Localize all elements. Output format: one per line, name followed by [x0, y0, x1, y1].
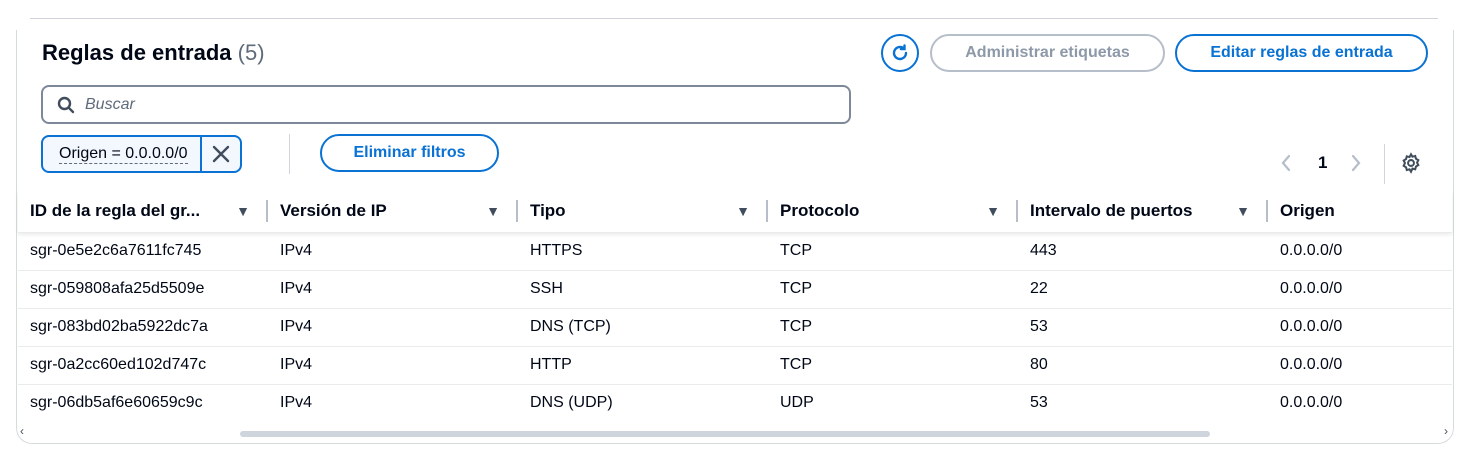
cell-source: 0.0.0.0/0 — [1280, 394, 1343, 412]
edit-inbound-rules-button[interactable]: Editar reglas de entrada — [1175, 34, 1428, 72]
column-header-rule-id[interactable]: ID de la regla del gr... ▼ — [18, 190, 268, 232]
table-row[interactable]: sgr-059808afa25d5509e IPv4 SSH TCP 22 0.… — [18, 270, 1452, 308]
cell-source: 0.0.0.0/0 — [1280, 356, 1343, 373]
scroll-right-arrow-icon[interactable]: › — [1444, 424, 1448, 438]
column-header-ip-version[interactable]: Versión de IP ▼ — [268, 190, 518, 232]
cell-ip-version: IPv4 — [280, 356, 313, 373]
filter-divider — [289, 134, 290, 174]
column-label: Protocolo — [780, 200, 860, 220]
cell-source: 0.0.0.0/0 — [1280, 242, 1343, 259]
filter-dismiss-button[interactable] — [202, 137, 240, 171]
current-page-number[interactable]: 1 — [1318, 148, 1327, 178]
filter-token: Origen = 0.0.0.0/0 — [41, 135, 242, 173]
table-row[interactable]: sgr-0e5e2c6a7611fc745 IPv4 HTTPS TCP 443… — [18, 232, 1452, 270]
search-input[interactable] — [85, 95, 785, 114]
cell-protocol: TCP — [780, 356, 812, 373]
inbound-rules-table: ID de la regla del gr... ▼ Versión de IP ▼… — [18, 190, 1452, 422]
column-label: Origen — [1280, 200, 1335, 220]
chevron-right-icon — [1351, 154, 1361, 172]
top-divider — [30, 18, 1438, 19]
table-row[interactable]: sgr-0a2cc60ed102d747c IPv4 HTTP TCP 80 0… — [18, 346, 1452, 384]
manage-tags-button[interactable]: Administrar etiquetas — [930, 34, 1165, 72]
table-header-row: ID de la regla del gr... ▼ Versión de IP ▼… — [18, 190, 1452, 232]
horizontal-scrollbar[interactable]: ‹ › — [18, 424, 1452, 440]
column-label: Versión de IP — [280, 200, 387, 220]
scroll-left-arrow-icon[interactable]: ‹ — [20, 424, 24, 438]
page-title: Reglas de entrada (5) — [42, 40, 265, 66]
title-text: Reglas de entrada — [42, 40, 232, 65]
refresh-icon — [892, 44, 908, 61]
cell-type: DNS (TCP) — [530, 318, 611, 335]
pager-divider — [1384, 144, 1385, 184]
cell-port-range: 53 — [1030, 318, 1048, 335]
cell-rule-id: sgr-059808afa25d5509e — [30, 280, 205, 297]
cell-port-range: 22 — [1030, 280, 1048, 297]
previous-page-button[interactable] — [1280, 148, 1292, 178]
column-header-protocol[interactable]: Protocolo ▼ — [768, 190, 1018, 232]
cell-rule-id: sgr-06db5af6e60659c9c — [30, 394, 203, 412]
cell-ip-version: IPv4 — [280, 280, 313, 297]
table-row[interactable]: sgr-083bd02ba5922dc7a IPv4 DNS (TCP) TCP… — [18, 308, 1452, 346]
column-label: ID de la regla del gr... — [30, 200, 201, 220]
cell-ip-version: IPv4 — [280, 394, 313, 412]
caret-down-icon: ▼ — [486, 202, 500, 219]
refresh-button[interactable] — [881, 34, 919, 72]
close-icon — [212, 145, 229, 163]
cell-port-range: 443 — [1030, 242, 1057, 259]
cell-source: 0.0.0.0/0 — [1280, 280, 1343, 297]
column-label: Intervalo de puertos — [1030, 200, 1193, 220]
cell-type: DNS (UDP) — [530, 394, 613, 412]
filter-token-label: Origen = 0.0.0.0/0 — [59, 144, 188, 164]
cell-protocol: TCP — [780, 280, 812, 297]
cell-rule-id: sgr-0a2cc60ed102d747c — [30, 356, 207, 373]
gear-icon — [1402, 152, 1420, 174]
table-row[interactable]: sgr-06db5af6e60659c9c IPv4 DNS (UDP) UDP… — [18, 384, 1452, 422]
cell-port-range: 80 — [1030, 356, 1048, 373]
scrollbar-thumb[interactable] — [240, 431, 1210, 437]
rule-count: (5) — [237, 40, 265, 65]
filter-token-label-wrap[interactable]: Origen = 0.0.0.0/0 — [43, 137, 202, 171]
search-field[interactable] — [41, 85, 851, 124]
preferences-button[interactable] — [1400, 152, 1422, 174]
caret-down-icon: ▼ — [986, 202, 1000, 219]
cell-protocol: TCP — [780, 242, 812, 259]
chevron-left-icon — [1281, 154, 1291, 172]
cell-source: 0.0.0.0/0 — [1280, 318, 1343, 335]
cell-port-range: 53 — [1030, 394, 1048, 412]
caret-down-icon: ▼ — [236, 202, 250, 219]
column-header-source[interactable]: Origen — [1268, 190, 1452, 232]
cell-protocol: UDP — [780, 394, 814, 412]
cell-ip-version: IPv4 — [280, 318, 313, 335]
cell-type: HTTPS — [530, 242, 583, 259]
clear-filters-button[interactable]: Eliminar filtros — [320, 134, 499, 172]
cell-protocol: TCP — [780, 318, 812, 335]
caret-down-icon: ▼ — [1236, 202, 1250, 219]
column-label: Tipo — [530, 200, 566, 220]
search-icon — [57, 96, 75, 113]
cell-ip-version: IPv4 — [280, 242, 313, 259]
column-header-type[interactable]: Tipo ▼ — [518, 190, 768, 232]
cell-type: HTTP — [530, 356, 572, 373]
caret-down-icon: ▼ — [736, 202, 750, 219]
next-page-button[interactable] — [1350, 148, 1362, 178]
cell-type: SSH — [530, 280, 563, 297]
cell-rule-id: sgr-0e5e2c6a7611fc745 — [30, 242, 202, 259]
column-header-port-range[interactable]: Intervalo de puertos ▼ — [1018, 190, 1268, 232]
cell-rule-id: sgr-083bd02ba5922dc7a — [30, 318, 208, 335]
